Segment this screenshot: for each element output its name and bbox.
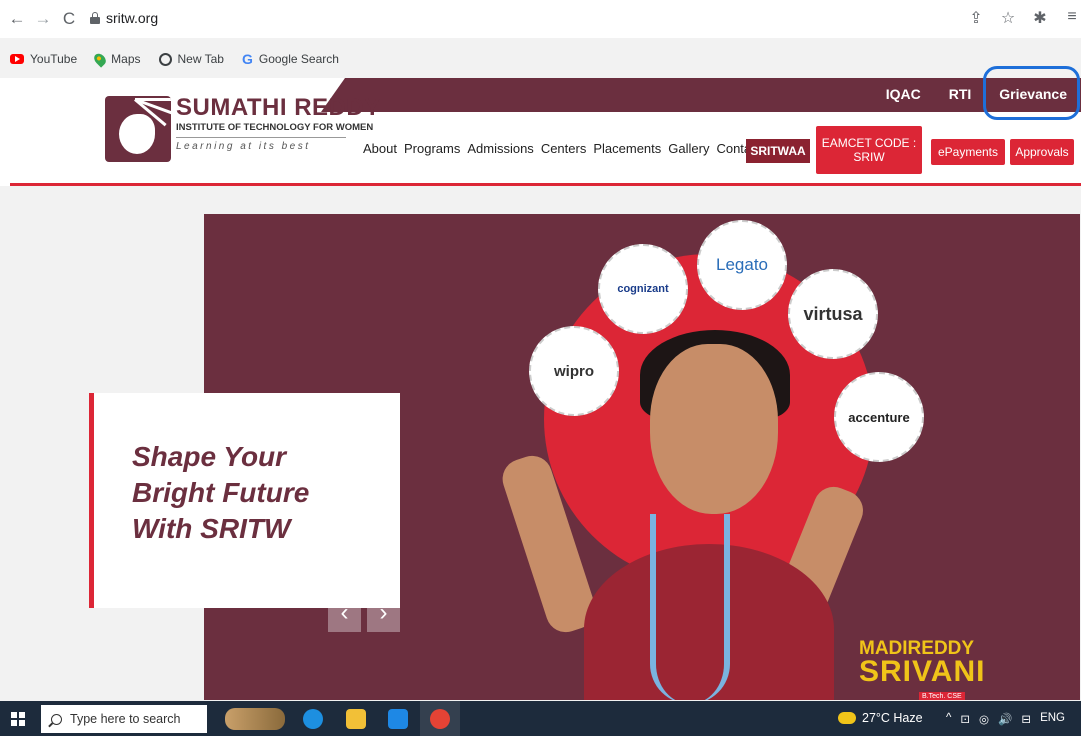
maps-icon bbox=[92, 50, 109, 68]
student-last-name: SRIVANI bbox=[859, 655, 986, 688]
edge-icon[interactable] bbox=[303, 709, 323, 729]
hero-headline-line: Shape Your bbox=[132, 441, 287, 472]
bookmark-maps[interactable]: Maps bbox=[92, 50, 141, 68]
share-icon[interactable]: ⇪ bbox=[967, 8, 985, 28]
recruiter-virtusa: virtusa bbox=[788, 269, 878, 359]
weather-widget[interactable]: 27°C Haze bbox=[838, 711, 923, 725]
bookmarks-bar: YouTube Maps New Tab G Google Search bbox=[0, 48, 1081, 70]
recruiter-cognizant: cognizant bbox=[598, 244, 688, 334]
nav-placements[interactable]: Placements bbox=[593, 141, 661, 156]
student-branch: B.Tech. CSE bbox=[919, 692, 965, 700]
reload-icon[interactable]: C bbox=[58, 8, 80, 30]
eamcet-code-button[interactable]: EAMCET CODE : SRIW bbox=[816, 126, 922, 174]
college-logo[interactable] bbox=[105, 96, 171, 162]
student-lanyard bbox=[650, 514, 730, 700]
forward-icon[interactable]: → bbox=[32, 8, 54, 30]
file-explorer-icon[interactable] bbox=[346, 709, 366, 729]
nav-gallery[interactable]: Gallery bbox=[668, 141, 709, 156]
language-indicator[interactable]: ENG bbox=[1040, 712, 1065, 726]
approvals-button[interactable]: Approvals bbox=[1010, 139, 1074, 165]
brand-title: SUMATHI REDDY bbox=[176, 94, 381, 121]
brand-subtitle: INSTITUTE OF TECHNOLOGY FOR WOMEN bbox=[176, 122, 374, 133]
top-band: IQAC RTI Grievance bbox=[321, 78, 1081, 112]
star-icon[interactable]: ☆ bbox=[999, 8, 1017, 28]
battery-icon[interactable]: ⊡ bbox=[960, 712, 970, 726]
sritwaa-button[interactable]: SRITWAA bbox=[746, 139, 810, 163]
rti-link[interactable]: RTI bbox=[949, 86, 972, 102]
nav-admissions[interactable]: Admissions bbox=[467, 141, 533, 156]
search-icon bbox=[51, 713, 62, 725]
haze-icon bbox=[838, 712, 856, 724]
hero-headline-line: Bright Future bbox=[132, 477, 310, 508]
taskbar-search[interactable]: Type here to search bbox=[41, 705, 207, 733]
mail-icon[interactable] bbox=[388, 709, 408, 729]
hero-caption-card: Shape Your Bright Future With SRITW bbox=[89, 393, 400, 608]
volume-icon[interactable]: 🔊 bbox=[998, 712, 1012, 726]
bookmark-label: Maps bbox=[111, 52, 141, 66]
bookmark-youtube[interactable]: YouTube bbox=[10, 52, 77, 66]
epayments-button[interactable]: ePayments bbox=[931, 139, 1005, 165]
recruiter-wipro: wipro bbox=[529, 326, 619, 416]
address-bar: ← → C sritw.org ⇪ ☆ ✱ ≡ bbox=[0, 0, 1081, 38]
bookmark-label: YouTube bbox=[30, 52, 78, 66]
main-nav: About Programs Admissions Centers Placem… bbox=[363, 141, 761, 156]
eamcet-code: SRIW bbox=[853, 150, 885, 164]
slider-next-button[interactable]: › bbox=[367, 594, 400, 632]
news-widget-icon[interactable] bbox=[225, 708, 285, 730]
tray-overflow-icon[interactable]: ^ bbox=[946, 712, 951, 726]
slider-prev-button[interactable]: ‹ bbox=[328, 594, 361, 632]
grievance-highlight-annotation bbox=[983, 66, 1080, 120]
back-icon[interactable]: ← bbox=[6, 8, 28, 30]
bookmark-google-search[interactable]: G Google Search bbox=[242, 51, 339, 67]
recruiter-accenture: accenture bbox=[834, 372, 924, 462]
taskbar-search-placeholder: Type here to search bbox=[70, 712, 181, 726]
brand-divider bbox=[176, 137, 346, 138]
nav-about[interactable]: About bbox=[363, 141, 397, 156]
bookmark-label: Google Search bbox=[258, 52, 339, 66]
weather-text: 27°C Haze bbox=[862, 711, 923, 725]
browser-actions: ⇪ ☆ ✱ ≡ bbox=[967, 8, 1081, 28]
brand-tagline: Learning at its best bbox=[176, 141, 311, 152]
lock-icon[interactable] bbox=[90, 12, 100, 24]
extensions-icon[interactable]: ✱ bbox=[1031, 8, 1049, 28]
windows-taskbar: Type here to search 27°C Haze ^ ⊡ ◎ 🔊 ⊟ … bbox=[0, 701, 1081, 736]
header-divider bbox=[10, 183, 1081, 186]
eamcet-label: EAMCET CODE : bbox=[821, 136, 917, 150]
wifi-icon[interactable]: ◎ bbox=[979, 712, 989, 726]
nav-programs[interactable]: Programs bbox=[404, 141, 460, 156]
hero-headline-line: With SRITW bbox=[132, 513, 291, 544]
iqac-link[interactable]: IQAC bbox=[886, 86, 921, 102]
url-field[interactable]: sritw.org bbox=[106, 10, 158, 26]
nav-centers[interactable]: Centers bbox=[541, 141, 587, 156]
chrome-icon[interactable] bbox=[430, 709, 450, 729]
bookmark-new-tab[interactable]: New Tab bbox=[158, 52, 224, 66]
google-icon: G bbox=[241, 51, 253, 67]
youtube-icon bbox=[10, 54, 24, 64]
student-face bbox=[650, 344, 778, 514]
windows-start-icon[interactable] bbox=[11, 712, 25, 726]
bookmark-label: New Tab bbox=[177, 52, 224, 66]
hero-headline: Shape Your Bright Future With SRITW bbox=[132, 439, 309, 547]
menu-icon[interactable]: ≡ bbox=[1063, 8, 1081, 28]
system-tray: ^ ⊡ ◎ 🔊 ⊟ ENG bbox=[946, 712, 1065, 726]
recruiter-legato: Legato bbox=[697, 220, 787, 310]
globe-icon bbox=[158, 52, 172, 66]
network-icon[interactable]: ⊟ bbox=[1021, 712, 1031, 726]
